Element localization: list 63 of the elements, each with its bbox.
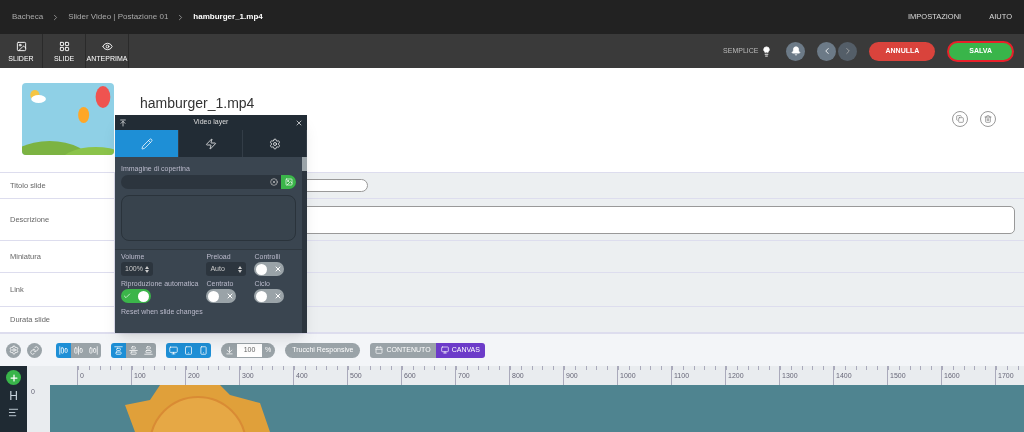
settings-icon [8,345,19,355]
lightning-icon [204,137,217,150]
settings-icon [268,137,281,150]
phone-icon [199,345,208,355]
tablet-icon [184,345,193,355]
link-button[interactable] [27,342,42,358]
eye-icon [101,40,113,52]
align-button[interactable] [71,342,86,358]
previous-button[interactable] [817,41,837,61]
chevron-right-icon [843,46,853,56]
align-button[interactable] [56,342,71,358]
monitor-icon [440,346,449,354]
image-icon [15,40,27,52]
cross-icon [226,292,235,300]
link-icon [30,345,39,355]
toggle-switch[interactable] [121,289,151,303]
next-button[interactable] [838,41,858,61]
breadcrumb-link[interactable]: hamburger_1.mp4 [193,11,263,23]
align-button[interactable] [126,342,141,358]
align-button[interactable] [86,342,101,358]
toggle-switch[interactable] [254,289,285,303]
toggle-switch[interactable] [254,262,285,276]
toggle-switch[interactable] [206,289,237,303]
pencil-icon [140,137,153,150]
copy-icon [956,115,964,123]
bell-icon [791,46,801,56]
scrollbar[interactable] [302,157,307,333]
cross-icon [274,292,283,300]
plus-icon [8,372,19,383]
cross-icon [274,265,283,273]
pin-icon[interactable] [119,118,127,127]
align-center-icon [74,345,83,355]
add-button[interactable] [6,370,21,385]
align-right-icon [89,345,98,355]
chevron-left-icon [822,46,832,56]
check-icon [123,292,131,300]
align-button[interactable] [111,342,126,358]
lightbulb-icon[interactable] [761,45,773,57]
align-button[interactable] [141,342,156,358]
text-tool-icon[interactable] [8,407,19,418]
updown-icon [145,265,149,273]
align-middle-icon [129,345,138,355]
settings-button[interactable] [6,342,21,358]
slide-title: hamburger_1.mp4 [140,94,255,113]
notifications-button[interactable] [786,41,806,61]
clear-icon[interactable] [270,178,278,186]
monitor-icon [169,345,178,355]
heading-tool[interactable]: H [9,390,18,402]
align-left-icon [59,345,68,355]
scrollbar-thumb[interactable] [302,157,307,171]
height-icon [225,345,234,355]
breadcrumb-link[interactable]: Slider Video | Postazione 01 [68,11,169,23]
grid-icon [58,40,70,52]
updown-icon [238,265,243,273]
close-icon[interactable] [295,118,303,127]
image-icon [284,178,293,186]
align-bottom-icon [144,345,153,355]
calendar-icon [375,346,384,354]
cover-image-field[interactable] [121,175,296,189]
image-picker-button[interactable] [281,175,296,189]
breadcrumb-link[interactable]: Bacheca [12,11,44,23]
align-top-icon [114,345,123,355]
trash-icon [984,115,992,123]
